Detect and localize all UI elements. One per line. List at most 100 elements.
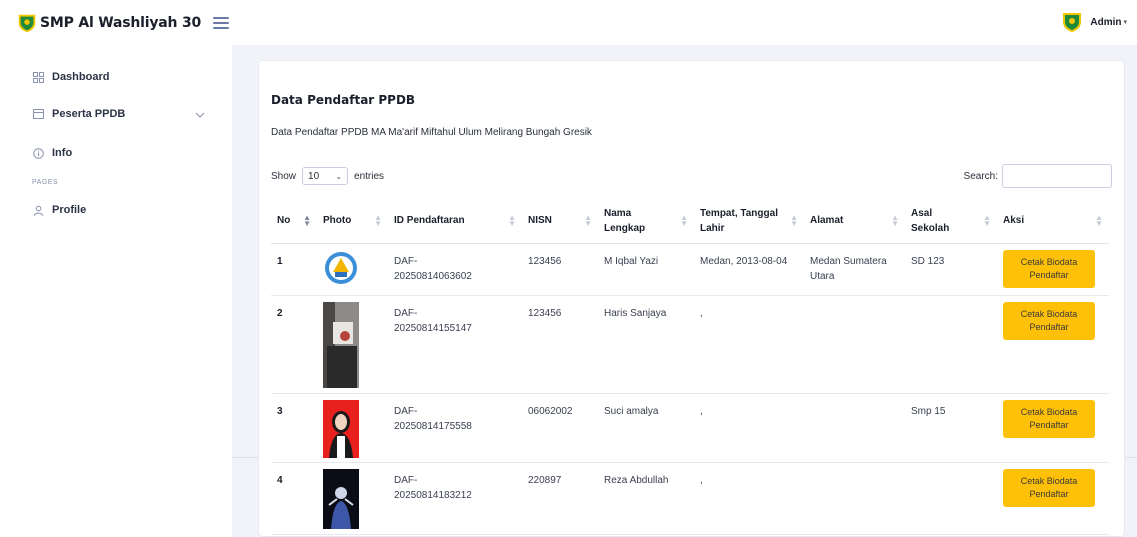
sidebar-item-dashboard[interactable]: Dashboard — [32, 71, 109, 83]
show-label: Show — [271, 170, 297, 182]
column-header-ttl[interactable]: Tempat, Tanggal Lahir ▲ ▼ — [694, 199, 804, 244]
table-search: Search: — [964, 164, 1112, 188]
cell-ttl: Medan, 2013-08-04 — [694, 243, 804, 296]
sort-icon: ▲ ▼ — [891, 212, 899, 228]
brand-title: SMP Al Washliyah 30 — [40, 14, 202, 31]
table-row: 1 DAF- 20250814063602 123456 M Iqbal Yazi… — [271, 243, 1109, 296]
cell-no: 1 — [271, 243, 317, 296]
cell-nama: Haris Sanjaya — [598, 295, 694, 394]
cell-nama: Reza Abdullah — [598, 462, 694, 535]
print-biodata-button[interactable]: Cetak Biodata Pendaftar — [1003, 468, 1095, 507]
chevron-down-icon: ⌄ — [335, 171, 343, 181]
column-header-photo[interactable]: Photo ▲ ▼ — [317, 199, 388, 244]
header-label: No — [277, 215, 291, 227]
brand[interactable]: SMP Al Washliyah 30 — [16, 12, 201, 34]
top-navbar: SMP Al Washliyah 30 Admin ▾ — [0, 0, 1137, 45]
user-menu[interactable]: Admin ▾ — [1060, 10, 1127, 34]
sort-icon: ▲ ▼ — [790, 212, 798, 228]
sort-icon: ▲ ▼ — [1095, 212, 1103, 228]
photo-applicant — [323, 399, 359, 458]
applicants-table: No ▲ ▼ Photo ▲ ▼ ID Pendaftaran ▲ ▼ NISN ▲ ▼ Nam… — [271, 199, 1109, 535]
caret-down-icon: ▾ — [1123, 19, 1127, 26]
column-header-alamat[interactable]: Alamat ▲ ▼ — [804, 199, 905, 244]
cell-photo — [317, 393, 388, 463]
cell-alamat — [804, 462, 905, 535]
cell-nisn: 06062002 — [522, 393, 598, 463]
cell-nama: Suci amalya — [598, 393, 694, 463]
cell-no: 4 — [271, 462, 317, 535]
entries-label: entries — [354, 170, 385, 182]
cell-id: DAF- 20250814183212 — [388, 462, 522, 535]
sidebar-item-peserta-ppdb[interactable]: Peserta PPDB — [32, 108, 125, 120]
table-row: 4 DAF- 20250814183212 220897 Reza Abdulla… — [271, 462, 1109, 535]
cell-no: 3 — [271, 393, 317, 463]
cell-asal — [905, 295, 997, 394]
cell-photo — [317, 295, 388, 394]
id-number: 20250814155147 — [394, 322, 472, 334]
cell-aksi: Cetak Biodata Pendaftar — [997, 462, 1109, 535]
header-label: Asal Sekolah — [911, 207, 950, 234]
header-label: Photo — [323, 215, 352, 227]
sidebar-item-info[interactable]: Info — [32, 147, 72, 159]
sidebar-item-profile[interactable]: Profile — [32, 204, 86, 216]
header-label: Alamat — [810, 215, 844, 227]
id-prefix: DAF- — [394, 255, 418, 267]
search-input[interactable] — [1002, 164, 1112, 188]
id-prefix: DAF- — [394, 405, 418, 417]
entries-select[interactable]: 10 ⌄ — [302, 167, 349, 185]
cell-alamat — [804, 393, 905, 463]
header-label: Nama Lengkap — [604, 207, 646, 234]
column-header-nisn[interactable]: NISN ▲ ▼ — [522, 199, 598, 244]
sidebar-item-label: Info — [52, 147, 73, 159]
print-biodata-button[interactable]: Cetak Biodata Pendaftar — [1003, 399, 1095, 438]
cell-alamat — [804, 295, 905, 394]
sidebar-item-label: Profile — [52, 204, 87, 216]
photo-logo-tut-wuri — [325, 251, 357, 284]
data-card: Data Pendaftar PPDB Data Pendaftar PPDB … — [258, 60, 1125, 537]
column-header-asal-sekolah[interactable]: Asal Sekolah ▲ ▼ — [905, 199, 997, 244]
card-subtitle: Data Pendaftar PPDB MA Ma'arif Miftahul … — [271, 127, 592, 138]
sort-icon: ▲ ▼ — [303, 212, 311, 228]
header-label: Tempat, Tanggal Lahir — [700, 207, 778, 234]
sidebar-item-label: Peserta PPDB — [52, 108, 126, 120]
column-header-aksi[interactable]: Aksi ▲ ▼ — [997, 199, 1109, 244]
column-header-no[interactable]: No ▲ ▼ — [271, 199, 317, 244]
grid-icon — [32, 71, 44, 83]
sidebar-section-label: PAGES — [32, 179, 59, 186]
column-header-nama[interactable]: Nama Lengkap ▲ ▼ — [598, 199, 694, 244]
cell-photo — [317, 243, 388, 296]
cell-asal: SD 123 — [905, 243, 997, 296]
cell-nisn: 123456 — [522, 243, 598, 296]
table-icon — [32, 108, 44, 120]
chevron-down-icon[interactable] — [195, 111, 205, 119]
column-header-id[interactable]: ID Pendaftaran ▲ ▼ — [388, 199, 522, 244]
entries-length-control: Show 10 ⌄ entries — [271, 167, 384, 185]
sort-icon: ▲ ▼ — [983, 212, 991, 228]
sort-icon: ▲ ▼ — [374, 212, 382, 228]
school-logo-icon — [18, 14, 36, 32]
cell-ttl: , — [694, 462, 804, 535]
photo-applicant — [323, 468, 359, 529]
cell-alamat: Medan Sumatera Utara — [804, 243, 905, 296]
header-label: ID Pendaftaran — [394, 215, 465, 227]
id-number: 20250814183212 — [394, 489, 472, 501]
entries-select-value: 10 — [308, 170, 320, 182]
print-biodata-button[interactable]: Cetak Biodata Pendaftar — [1003, 301, 1095, 340]
print-biodata-button[interactable]: Cetak Biodata Pendaftar — [1003, 249, 1095, 288]
cell-id: DAF- 20250814175558 — [388, 393, 522, 463]
table-row: 3 DAF- 20250814175558 06062002 Suci amaly… — [271, 393, 1109, 463]
sort-icon: ▲ ▼ — [584, 212, 592, 228]
header-label: Aksi — [1003, 215, 1025, 227]
cell-ttl: , — [694, 295, 804, 394]
cell-ttl: , — [694, 393, 804, 463]
cell-aksi: Cetak Biodata Pendaftar — [997, 393, 1109, 463]
hamburger-menu-icon[interactable] — [213, 16, 230, 29]
avatar — [1063, 13, 1082, 32]
photo-applicant — [323, 301, 359, 388]
page-title: Data Pendaftar PPDB — [271, 93, 416, 107]
sort-icon: ▲ ▼ — [680, 212, 688, 228]
id-number: 20250814175558 — [394, 420, 472, 432]
id-prefix: DAF- — [394, 474, 418, 486]
sidebar: Dashboard Peserta PPDB Info PAGES Profil… — [0, 45, 232, 537]
search-label: Search: — [963, 170, 998, 182]
